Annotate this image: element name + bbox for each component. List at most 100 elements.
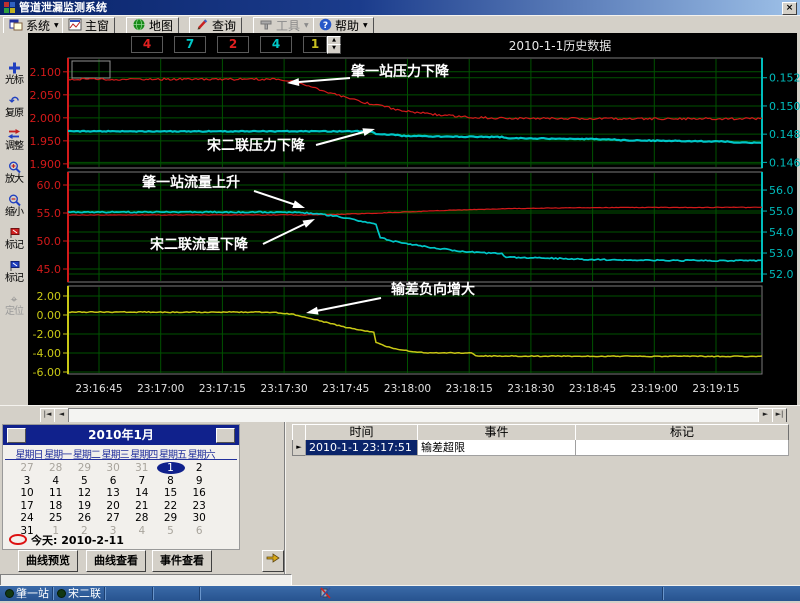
chart-1-left-tick-label: 50.0 xyxy=(37,235,62,248)
calendar-day-22[interactable]: 22 xyxy=(157,500,185,512)
weekday-label: 星期六 xyxy=(185,446,217,461)
event-cell[interactable] xyxy=(575,440,789,456)
calendar-day-29[interactable]: 29 xyxy=(70,462,98,474)
event-cell[interactable]: 2010-1-1 23:17:51 xyxy=(305,440,418,456)
calendar-day-16[interactable]: 16 xyxy=(185,487,213,499)
scroll-right-icon[interactable]: ► xyxy=(758,408,773,423)
calendar-day-1[interactable]: 1 xyxy=(157,462,185,474)
calendar-day-5[interactable]: 5 xyxy=(70,475,98,487)
weekday-label: 星期五 xyxy=(157,446,189,461)
chart-2-left-tick-label: 0.00 xyxy=(37,309,62,322)
calendar-day-7[interactable]: 7 xyxy=(128,475,156,487)
time-axis-label: 23:17:45 xyxy=(322,383,369,395)
chart-0-legend-box xyxy=(72,61,110,78)
calendar-day-21[interactable]: 21 xyxy=(128,500,156,512)
chart-1-right-tick-label: 56.0 xyxy=(769,184,794,197)
calendar-day-29[interactable]: 29 xyxy=(157,512,185,524)
today-circle-icon xyxy=(9,534,27,545)
annotation-label: 宋二联流量下降 xyxy=(149,236,249,253)
station-dot-icon xyxy=(5,589,14,598)
calendar-day-4[interactable]: 4 xyxy=(42,475,70,487)
calendar-day-10[interactable]: 10 xyxy=(13,487,41,499)
button-曲线查看[interactable]: 曲线查看 xyxy=(86,550,146,572)
calendar-day-15[interactable]: 15 xyxy=(157,487,185,499)
calendar-day-3[interactable]: 3 xyxy=(13,475,41,487)
calendar-day-27[interactable]: 27 xyxy=(13,462,41,474)
statusbar-separator xyxy=(104,587,106,600)
chart-scrollbar: |◄ ◄ ► ►| xyxy=(0,405,800,423)
calendar-day-9[interactable]: 9 xyxy=(185,475,213,487)
scroll-start-icon[interactable]: |◄ xyxy=(40,408,55,423)
chart-1-right-tick-label: 53.0 xyxy=(769,247,794,260)
calendar-day-28[interactable]: 28 xyxy=(42,462,70,474)
bottom-panel: 2010年1月 星期日星期一星期二星期三星期四星期五星期六 2728293031… xyxy=(0,422,800,575)
chart-2-frame xyxy=(68,286,762,374)
calendar-weekday-row: 星期日星期一星期二星期三星期四星期五星期六 xyxy=(5,446,237,460)
calendar-day-25[interactable]: 25 xyxy=(42,512,70,524)
calendar-prev-icon[interactable] xyxy=(7,428,26,443)
status-bar: 肇一站 宋二联 xyxy=(0,585,800,601)
annotation-label: 肇一站流量上升 xyxy=(142,174,240,191)
annotation-arrow-head xyxy=(287,78,299,86)
weekday-label: 星期一 xyxy=(42,446,74,461)
station-label: 宋二联 xyxy=(68,587,101,600)
calendar-day-13[interactable]: 13 xyxy=(99,487,127,499)
calendar-day-23[interactable]: 23 xyxy=(185,500,213,512)
calendar-day-12[interactable]: 12 xyxy=(70,487,98,499)
time-axis-label: 23:17:15 xyxy=(199,383,246,395)
hand-pointer-button[interactable] xyxy=(262,550,284,572)
column-header-时间[interactable]: 时间 xyxy=(305,424,418,441)
calendar-day-17[interactable]: 17 xyxy=(13,500,41,512)
chart-2-left-tick-label: 2.00 xyxy=(37,290,62,303)
scroll-end-icon[interactable]: ►| xyxy=(772,408,787,423)
annotation-arrow-line xyxy=(315,298,381,311)
calendar-next-icon[interactable] xyxy=(216,428,235,443)
time-axis-label: 23:19:15 xyxy=(692,383,739,395)
column-header-标记[interactable]: 标记 xyxy=(575,424,789,441)
button-曲线预览[interactable]: 曲线预览 xyxy=(18,550,78,572)
button-事件查看[interactable]: 事件查看 xyxy=(152,550,212,572)
calendar-day-28[interactable]: 28 xyxy=(128,512,156,524)
statusbar-separator xyxy=(662,587,664,600)
chart-0-left-tick-label: 1.950 xyxy=(30,135,62,148)
calendar-day-18[interactable]: 18 xyxy=(42,500,70,512)
calendar-today[interactable]: 今天: 2010-2-11 xyxy=(9,532,124,548)
calendar-day-24[interactable]: 24 xyxy=(13,512,41,524)
calendar-day-2[interactable]: 2 xyxy=(185,462,213,474)
column-header-事件[interactable]: 事件 xyxy=(417,424,576,441)
calendar-day-19[interactable]: 19 xyxy=(70,500,98,512)
weekday-label: 星期二 xyxy=(70,446,102,461)
calendar-day-11[interactable]: 11 xyxy=(42,487,70,499)
chart-scrollbar-track[interactable] xyxy=(68,408,759,423)
calendar-day-26[interactable]: 26 xyxy=(70,512,98,524)
chart-0-right-tick-label: 0.150 xyxy=(769,100,800,113)
statusbar-separator xyxy=(52,587,54,600)
chart-1-right-tick-label: 52.0 xyxy=(769,268,794,281)
calendar-day-4[interactable]: 4 xyxy=(128,525,156,537)
calendar-day-27[interactable]: 27 xyxy=(99,512,127,524)
time-axis-label: 23:18:15 xyxy=(446,383,493,395)
station-status-肇一站: 肇一站 xyxy=(2,586,49,601)
calendar-day-30[interactable]: 30 xyxy=(99,462,127,474)
annotation-arrow-line xyxy=(254,191,296,205)
calendar-day-30[interactable]: 30 xyxy=(185,512,213,524)
calendar-header: 2010年1月 xyxy=(3,425,239,445)
calendar: 2010年1月 星期日星期一星期二星期三星期四星期五星期六 2728293031… xyxy=(2,424,240,550)
calendar-day-31[interactable]: 31 xyxy=(128,462,156,474)
chart-1-right-tick-label: 55.0 xyxy=(769,205,794,218)
calendar-day-20[interactable]: 20 xyxy=(99,500,127,512)
calendar-day-14[interactable]: 14 xyxy=(128,487,156,499)
chart-0-left-tick-label: 1.900 xyxy=(30,158,62,171)
calendar-day-6[interactable]: 6 xyxy=(185,525,213,537)
weekday-label: 星期日 xyxy=(13,446,45,461)
calendar-day-6[interactable]: 6 xyxy=(99,475,127,487)
chart-0-right-tick-label: 0.146 xyxy=(769,156,800,169)
annotation-label: 肇一站压力下降 xyxy=(351,63,450,80)
event-cell[interactable]: 输差超限 xyxy=(417,440,579,456)
calendar-day-5[interactable]: 5 xyxy=(157,525,185,537)
calendar-day-8[interactable]: 8 xyxy=(157,475,185,487)
scroll-left-icon[interactable]: ◄ xyxy=(54,408,69,423)
chart-0-right-tick-label: 0.152 xyxy=(769,72,800,85)
chart-2-left-tick-label: -6.00 xyxy=(33,366,61,379)
chart-1-right-tick-label: 54.0 xyxy=(769,226,794,239)
